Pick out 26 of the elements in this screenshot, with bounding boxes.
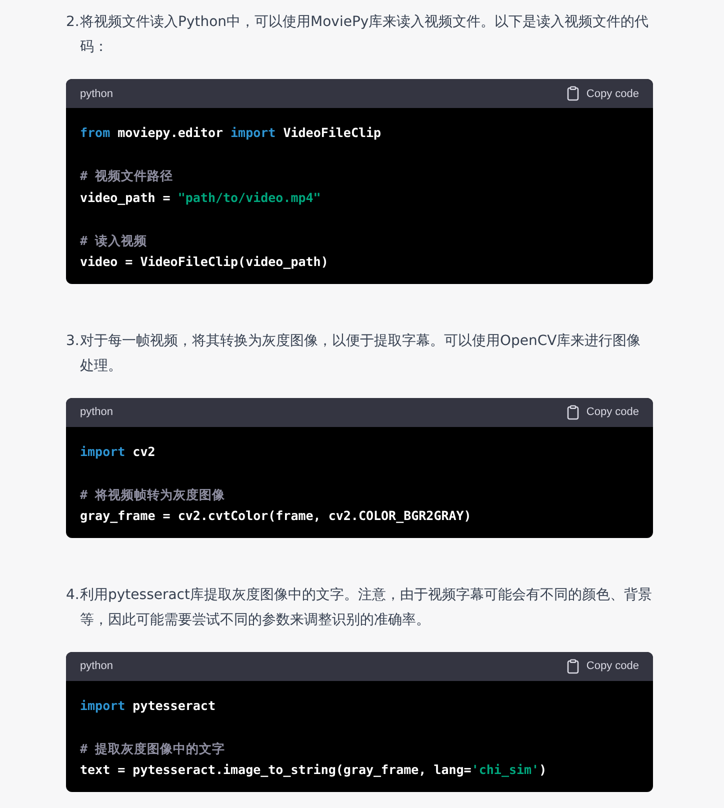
list-number: 3. xyxy=(66,332,80,350)
copy-code-button[interactable]: Copy code xyxy=(567,658,639,674)
code-line: import cv2 xyxy=(80,442,156,461)
step-text: 对于每一帧视频，将其转换为灰度图像，以便于提取字幕。可以使用OpenCV库来进行图像处理。 xyxy=(80,332,642,376)
code-line: from moviepy.editor import VideoFileClip xyxy=(80,124,382,142)
code-line: gray_frame = cv2.cvtColor(frame, cv2.COLOR_BGR2GRAY) xyxy=(80,507,472,525)
clipboard-icon xyxy=(567,658,580,674)
step-text: 利用pytesseract库提取灰度图像中的文字。注意，由于视频字幕可能会有不同的颜色、背景等，因此可能需要尝试不同的参数来调整识别的准确率。 xyxy=(80,586,653,630)
code-line: video = VideoFileClip(video_path) xyxy=(80,253,330,271)
language-label: python xyxy=(80,406,114,418)
code-line: # 视频文件路径 xyxy=(80,167,174,185)
code-line: text = pytesseract.image_to_string(gray_frame, lang='chi_sim') xyxy=(80,761,548,779)
code-line: # 读入视频 xyxy=(80,232,148,250)
list-number: 2. xyxy=(66,13,80,32)
clipboard-icon xyxy=(567,86,580,101)
language-label: python xyxy=(80,88,114,100)
clipboard-icon xyxy=(567,404,580,420)
copy-code-button[interactable]: Copy code xyxy=(567,404,639,420)
code-line: # 将视频帧转为灰度图像 xyxy=(80,486,226,504)
copy-code-button[interactable]: Copy code xyxy=(567,86,639,101)
code-line: # 提取灰度图像中的文字 xyxy=(80,740,226,758)
list-number: 4. xyxy=(66,586,80,604)
step-text: 将视频文件读入Python中，可以使用MoviePy库来读入视频文件。以下是读入视频文件的代码： xyxy=(80,13,650,57)
code-line: video_path = "path/to/video.mp4" xyxy=(80,188,322,207)
code-line: import pytesseract xyxy=(80,696,216,715)
language-label: python xyxy=(80,660,114,672)
